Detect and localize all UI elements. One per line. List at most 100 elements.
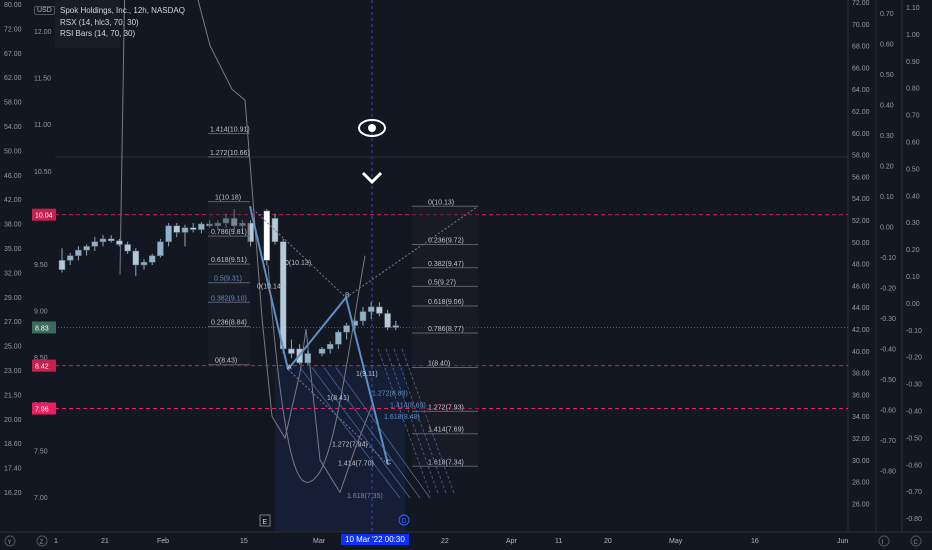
rsi-bars-axis-tick: 0.80 [906, 86, 920, 93]
candle [335, 331, 342, 345]
candle [91, 241, 99, 247]
rsi-axis-tick: -0.20 [880, 286, 896, 293]
candle [359, 311, 367, 322]
rsi-axis-tick: -0.60 [880, 408, 896, 415]
rsi-bars-axis-tick: -0.20 [906, 355, 922, 362]
rsx-axis-tick: 68.00 [852, 44, 870, 51]
pattern-label: 1.414(7.70) [338, 460, 374, 467]
fib-level-label: 0.618(9.51) [211, 257, 247, 264]
candle [165, 225, 172, 242]
candle [318, 348, 326, 354]
rsi-axis-tick: 0.00 [880, 225, 894, 232]
rsx-axis-tick: 36.00 [852, 392, 870, 399]
time-axis-tick: Mar [313, 538, 326, 545]
candle [279, 241, 287, 350]
pattern-label: 0(10.14) [257, 283, 283, 290]
pattern-label: 1.618(7.35) [347, 493, 383, 500]
fib-level-label: 1(8.40) [428, 361, 450, 368]
rsx-axis-tick: 52.00 [852, 218, 870, 225]
rsx-axis-tick: 66.00 [852, 65, 870, 72]
rsi-bars-axis-tick: 1.10 [906, 5, 920, 12]
left-axis-tick: 54.00 [4, 124, 22, 131]
candle [140, 261, 148, 266]
time-axis-tick: Jun [837, 538, 848, 545]
indicator-rsi-bars-label[interactable]: RSI Bars (14, 70, 30) [60, 29, 135, 38]
pattern-label: A [287, 364, 292, 371]
left-axis-price-tick: 9.50 [34, 262, 48, 269]
candle [326, 343, 334, 350]
indicator-rsx-label[interactable]: RSX (14, hlc3, 70, 30) [60, 18, 139, 27]
price-tag-label: 8.42 [35, 364, 49, 371]
left-axis-tick: 23.00 [4, 368, 22, 375]
rsi-bars-axis-tick: -0.30 [906, 382, 922, 389]
candle [376, 306, 383, 314]
rsi-axis-tick: -0.80 [880, 469, 896, 476]
currency-badge[interactable]: USD [34, 6, 55, 15]
candle [181, 227, 189, 233]
rsi-axis-tick: 0.10 [880, 194, 894, 201]
price-tag-label: 8.83 [35, 325, 49, 332]
candle [288, 348, 295, 354]
fib-level-label: 0(10.13) [428, 199, 454, 206]
left-axis-tick: 35.00 [4, 246, 22, 253]
candle [132, 250, 140, 266]
rsx-axis-tick: 54.00 [852, 196, 870, 203]
rsi-bars-axis-tick: 0.20 [906, 247, 920, 254]
candle [124, 244, 131, 252]
fib-box-left [208, 202, 250, 366]
bottom-toolbar-icon-label: C [914, 540, 919, 546]
candle [116, 240, 123, 245]
fib-level-label: 1.272(10.66) [210, 150, 250, 157]
time-axis-tick: 21 [101, 538, 109, 545]
rsi-axis-tick: -0.50 [880, 377, 896, 384]
pattern-label: 1.272(8.83) [372, 390, 408, 397]
rsi-axis-tick: -0.30 [880, 316, 896, 323]
chart-canvas[interactable]: 80.00 72.00 67.00 62.00 58.00 54.00 50.00 46.00… [0, 0, 932, 550]
fib-level-label: 1.414(10.91) [210, 127, 250, 134]
left-axis-tick: 18.60 [4, 441, 22, 448]
time-axis-tick: 15 [240, 538, 248, 545]
rsi-bars-axis-tick: 0.30 [906, 220, 920, 227]
left-axis-tick: 21.50 [4, 392, 22, 399]
candle [198, 223, 205, 230]
candle [304, 353, 312, 364]
fib-level-label: 0.382(9.47) [428, 261, 464, 268]
pattern-label: B [345, 293, 350, 300]
pattern-label: 1(8.41) [327, 395, 349, 402]
rsi-axis-tick: 0.50 [880, 72, 894, 79]
time-axis-tick: 16 [751, 538, 759, 545]
earnings-marker-letter: E [263, 519, 268, 526]
left-axis-tick: 27.00 [4, 319, 22, 326]
bottom-toolbar-icon-label: Z [40, 540, 44, 546]
pattern-label: 1.618(8.48) [384, 414, 420, 421]
rsx-axis-tick: 38.00 [852, 371, 870, 378]
left-axis-tick: 72.00 [4, 26, 22, 33]
left-axis-price-tick: 11.00 [34, 122, 51, 129]
fib-level-label: 0.382(9.10) [211, 295, 247, 302]
time-axis-tick: May [669, 538, 683, 545]
rsi-bars-axis-tick: 1.00 [906, 32, 920, 39]
rsi-axis-tick: 0.70 [880, 11, 894, 18]
rsi-axis-tick: -0.10 [880, 255, 896, 262]
rsi-bars-axis-tick: -0.50 [906, 435, 922, 442]
left-axis-price-tick: 7.50 [34, 448, 48, 455]
fib-level-label: 0.786(9.81) [211, 229, 247, 236]
rsx-axis-tick: 48.00 [852, 262, 870, 269]
fib-level-label: 1.272(7.93) [428, 404, 464, 411]
time-axis-tick: Apr [506, 538, 518, 545]
price-tag-label: 10.04 [35, 213, 53, 220]
fib-level-label: 0(8.43) [215, 358, 237, 365]
left-axis-tick: 32.00 [4, 270, 22, 277]
rsx-axis-tick: 72.00 [852, 0, 870, 7]
pattern-label: C [386, 459, 391, 466]
rsi-bars-axis-tick: -0.10 [906, 328, 922, 335]
rsi-axis-tick: 0.20 [880, 164, 894, 171]
candle [189, 227, 197, 230]
fib-level-label: 0.786(8.77) [428, 326, 464, 333]
fib-level-label: 0.236(9.72) [428, 237, 464, 244]
left-axis-tick: 46.00 [4, 173, 22, 180]
rsx-axis-tick: 58.00 [852, 153, 870, 160]
fib-level-label: 0.5(9.31) [214, 276, 242, 283]
rsx-axis-tick: 64.00 [852, 87, 870, 94]
dividend-marker-letter: D [402, 518, 407, 525]
